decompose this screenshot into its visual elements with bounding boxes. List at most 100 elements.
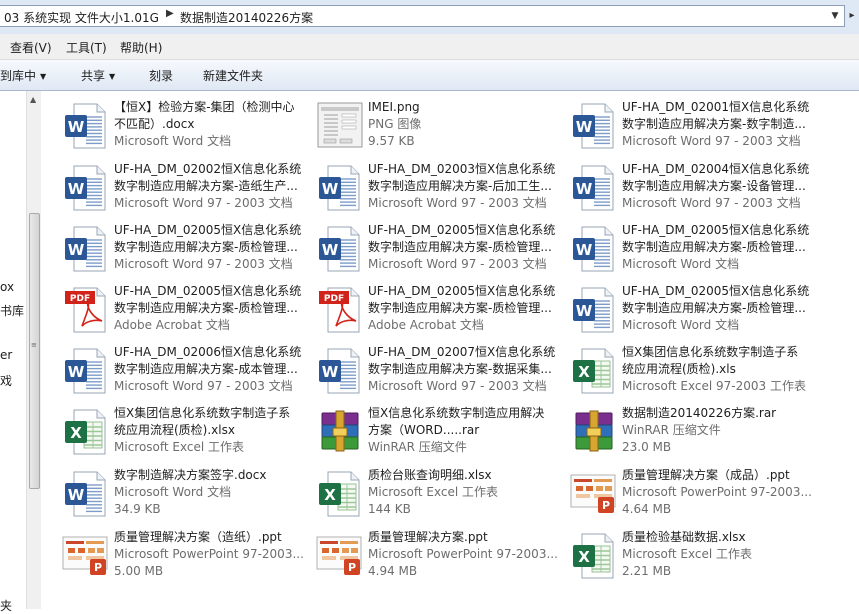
file-item[interactable]: 数据制造20140226方案.rar WinRAR 压缩文件 23.0 MB — [570, 405, 820, 463]
file-name-line-2: PNG 图像 — [368, 117, 422, 131]
svg-text:PDF: PDF — [324, 294, 344, 304]
file-item[interactable]: W UF-HA_DM_02002恒X信息化系统 数字制造应用解决方案-造纸生产...… — [62, 161, 312, 219]
file-name-line-2: 数字制造应用解决方案-质检管理... — [114, 301, 298, 315]
file-item[interactable]: W 【恒X】检验方案-集团（检测中心 不匹配）.docx Microsoft Word… — [62, 99, 312, 157]
file-name-line-1: 质量管理解决方案（造纸）.ppt — [114, 530, 282, 544]
share-button[interactable]: 共享 ▼ — [81, 67, 115, 84]
file-meta: Microsoft Word 97 - 2003 文档 — [622, 134, 801, 148]
scroll-up-arrow-icon[interactable]: ▲ — [30, 95, 36, 104]
png-thumbnail-icon — [316, 101, 364, 149]
breadcrumb-current[interactable]: 数据制造20140226方案 — [180, 9, 313, 26]
svg-text:W: W — [576, 180, 593, 198]
nav-item[interactable]: er — [0, 348, 12, 362]
file-meta: WinRAR 压缩文件 — [368, 440, 467, 454]
word-icon: W — [316, 224, 364, 272]
file-name-line-1: UF-HA_DM_02007恒X信息化系统 — [368, 345, 556, 359]
ppt-icon: P — [570, 469, 618, 517]
file-name-line-1: UF-HA_DM_02005恒X信息化系统 — [622, 223, 810, 237]
menu-tools[interactable]: 工具(T) — [66, 39, 107, 56]
menu-help[interactable]: 帮助(H) — [120, 39, 162, 56]
file-name-line-1: UF-HA_DM_02004恒X信息化系统 — [622, 162, 810, 176]
menu-view[interactable]: 查看(V) — [10, 39, 52, 56]
file-meta: 144 KB — [368, 502, 411, 516]
breadcrumb-separator-icon[interactable]: ▶ — [166, 8, 174, 19]
file-meta: Microsoft Word 文档 — [622, 257, 740, 271]
address-history-dropdown-icon[interactable]: ▼ — [828, 7, 842, 25]
file-item[interactable]: X 质检台账查询明细.xlsx Microsoft Excel 工作表 144 KB — [316, 467, 566, 525]
nav-scrollbar[interactable]: ▲ ≡ — [26, 91, 41, 609]
breadcrumb-parent[interactable]: 03 系统实现 文件大小1.01G — [4, 9, 159, 26]
file-name-line-1: 恒X集团信息化系统数字制造子系 — [114, 406, 291, 420]
file-meta: Microsoft Word 文档 — [114, 134, 232, 148]
file-meta: Microsoft Excel 工作表 — [114, 440, 245, 454]
excel-icon: X — [570, 531, 618, 579]
file-meta: 34.9 KB — [114, 502, 161, 516]
command-bar: 到库中 ▼ 共享 ▼ 刻录 新建文件夹 — [0, 60, 859, 91]
file-item[interactable]: P 质量管理解决方案（成品）.ppt Microsoft PowerPoint 97… — [570, 467, 820, 525]
file-item[interactable]: X 质量检验基础数据.xlsx Microsoft Excel 工作表 2.21 MB — [570, 529, 820, 587]
file-item[interactable]: P 质量管理解决方案.ppt Microsoft PowerPoint 97-200… — [316, 529, 566, 587]
file-item[interactable]: W UF-HA_DM_02005恒X信息化系统 数字制造应用解决方案-质检管理...… — [570, 283, 820, 341]
svg-text:W: W — [68, 486, 85, 504]
file-meta: 4.64 MB — [622, 502, 672, 516]
file-meta: 23.0 MB — [622, 440, 672, 454]
refresh-icon[interactable]: ▸ — [845, 5, 859, 27]
file-item[interactable]: X 恒X集团信息化系统数字制造子系 统应用流程(质检).xlsx Microsoft … — [62, 405, 312, 463]
burn-button[interactable]: 刻录 — [149, 67, 173, 84]
file-item[interactable]: W UF-HA_DM_02006恒X信息化系统 数字制造应用解决方案-成本管理...… — [62, 344, 312, 402]
nav-item[interactable]: 夹 — [0, 597, 12, 614]
svg-text:W: W — [322, 241, 339, 259]
scrollbar-thumb[interactable]: ≡ — [29, 213, 40, 489]
svg-text:P: P — [348, 561, 356, 574]
svg-text:W: W — [576, 241, 593, 259]
file-name-line-2: 数字制造应用解决方案-造纸生产... — [114, 179, 298, 193]
file-item[interactable]: W UF-HA_DM_02007恒X信息化系统 数字制造应用解决方案-数据采集...… — [316, 344, 566, 402]
file-meta: Adobe Acrobat 文档 — [368, 318, 484, 332]
nav-item[interactable]: ox — [0, 280, 14, 294]
word-icon: W — [570, 285, 618, 333]
file-name-line-1: 恒X信息化系统数字制造应用解决 — [368, 406, 545, 420]
file-item[interactable]: W UF-HA_DM_02005恒X信息化系统 数字制造应用解决方案-质检管理...… — [62, 222, 312, 280]
address-bar[interactable]: 03 系统实现 文件大小1.01G ▶ 数据制造20140226方案 ▼ — [0, 5, 845, 27]
file-item[interactable]: W UF-HA_DM_02003恒X信息化系统 数字制造应用解决方案-后加工生...… — [316, 161, 566, 219]
file-name-line-2: Microsoft PowerPoint 97-2003... — [622, 485, 812, 499]
file-name-line-2: 方案（WORD.....rar — [368, 423, 480, 437]
file-name-line-1: 数字制造解决方案签字.docx — [114, 468, 267, 482]
file-name-line-1: 数据制造20140226方案.rar — [622, 406, 777, 420]
file-meta: Microsoft Word 97 - 2003 文档 — [114, 196, 293, 210]
file-item[interactable]: P 质量管理解决方案（造纸）.ppt Microsoft PowerPoint 97… — [62, 529, 312, 587]
file-item[interactable]: IMEI.png PNG 图像 9.57 KB — [316, 99, 566, 157]
file-name-line-2: Microsoft PowerPoint 97-2003... — [114, 547, 304, 561]
svg-text:W: W — [576, 118, 593, 136]
file-item[interactable]: W UF-HA_DM_02001恒X信息化系统 数字制造应用解决方案-数字制造...… — [570, 99, 820, 157]
nav-item[interactable]: 戏 — [0, 372, 12, 389]
file-name-line-2: Microsoft Excel 工作表 — [368, 485, 499, 499]
file-name-line-1: UF-HA_DM_02005恒X信息化系统 — [622, 284, 810, 298]
word-icon: W — [62, 469, 110, 517]
file-item[interactable]: W UF-HA_DM_02004恒X信息化系统 数字制造应用解决方案-设备管理...… — [570, 161, 820, 219]
word-icon: W — [570, 163, 618, 211]
pdf-icon: PDF — [62, 285, 110, 333]
file-item[interactable]: W 数字制造解决方案签字.docx Microsoft Word 文档 34.9 KB — [62, 467, 312, 525]
svg-text:W: W — [322, 180, 339, 198]
file-name-line-1: 质量管理解决方案.ppt — [368, 530, 488, 544]
file-name-line-2: WinRAR 压缩文件 — [622, 423, 721, 437]
file-name-line-2: Microsoft PowerPoint 97-2003... — [368, 547, 558, 561]
file-item[interactable]: W UF-HA_DM_02005恒X信息化系统 数字制造应用解决方案-质检管理...… — [570, 222, 820, 280]
file-item[interactable]: 恒X信息化系统数字制造应用解决 方案（WORD.....rar WinRAR 压缩文… — [316, 405, 566, 463]
file-name-line-2: 数字制造应用解决方案-数字制造... — [622, 117, 806, 131]
include-in-library-button[interactable]: 到库中 ▼ — [0, 67, 46, 84]
file-name-line-1: UF-HA_DM_02005恒X信息化系统 — [114, 223, 302, 237]
pdf-icon: PDF — [316, 285, 364, 333]
word-icon: W — [62, 163, 110, 211]
file-item[interactable]: X 恒X集团信息化系统数字制造子系 统应用流程(质检).xls Microsoft E… — [570, 344, 820, 402]
file-item[interactable]: W UF-HA_DM_02005恒X信息化系统 数字制造应用解决方案-质检管理...… — [316, 222, 566, 280]
file-name-line-1: UF-HA_DM_02001恒X信息化系统 — [622, 100, 810, 114]
file-meta: Microsoft Word 97 - 2003 文档 — [368, 196, 547, 210]
rar-icon — [316, 407, 364, 455]
nav-item[interactable]: 书库 — [0, 302, 24, 319]
file-item[interactable]: PDF UF-HA_DM_02005恒X信息化系统 数字制造应用解决方案-质检管理.… — [62, 283, 312, 341]
file-name-line-1: 质检台账查询明细.xlsx — [368, 468, 492, 482]
file-item[interactable]: PDF UF-HA_DM_02005恒X信息化系统 数字制造应用解决方案-质检管理.… — [316, 283, 566, 341]
new-folder-button[interactable]: 新建文件夹 — [203, 67, 263, 84]
